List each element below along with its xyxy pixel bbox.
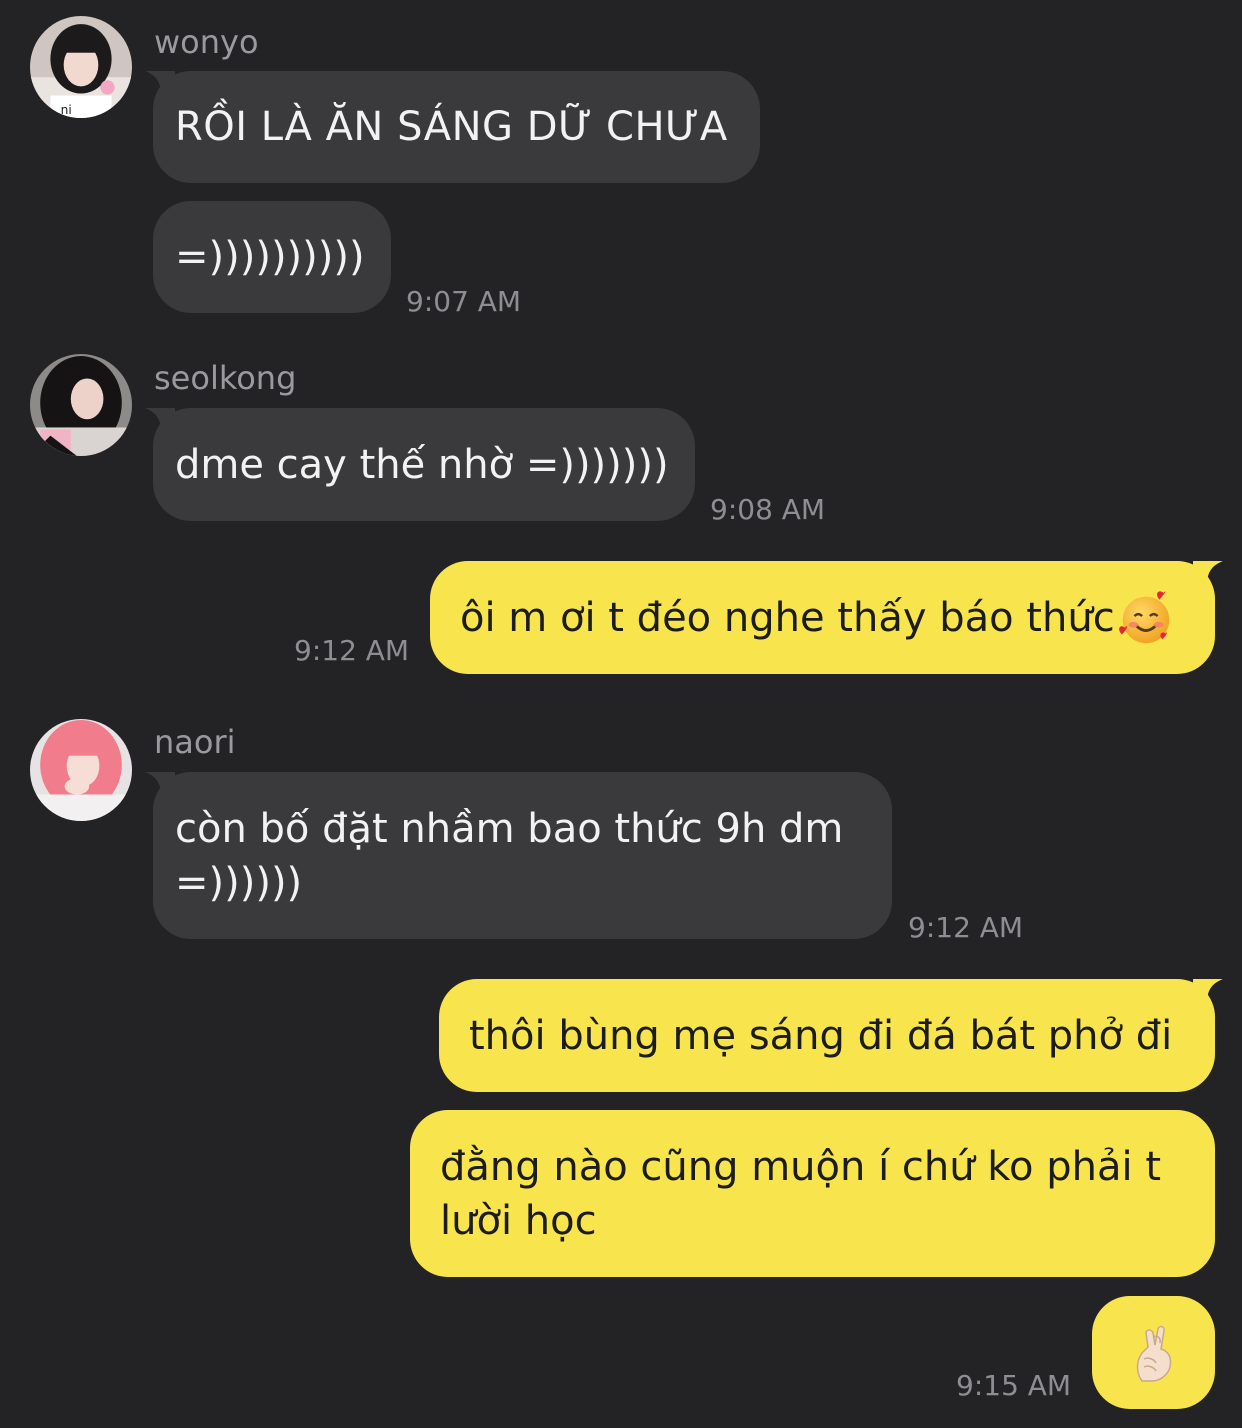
message-bubble[interactable]: thôi bùng mẹ sáng đi đá bát phở đi: [439, 979, 1215, 1092]
message-text: thôi bùng mẹ sáng đi đá bát phở đi: [469, 1012, 1173, 1059]
message-text: đằng nào cũng muộn í chứ ko phải t lười …: [440, 1143, 1161, 1244]
message-timestamp: 9:12 AM: [908, 911, 1024, 944]
svg-text:ni: ni: [61, 103, 72, 117]
sender-name: naori: [154, 723, 236, 761]
message-bubble[interactable]: đằng nào cũng muộn í chứ ko phải t lười …: [410, 1110, 1215, 1277]
avatar-seolkong[interactable]: [30, 354, 132, 456]
bubble-tail: [145, 772, 175, 796]
message-text: RỒI LÀ ĂN SÁNG DỮ CHƯA: [175, 104, 728, 150]
fingers-crossed-hand-icon: [1124, 1323, 1184, 1383]
message-text: ôi m ơi t đéo nghe thấy báo thức: [460, 594, 1115, 641]
sender-name: wonyo: [154, 23, 259, 61]
bubble-tail: [145, 71, 175, 95]
avatar-wonyo[interactable]: ni: [30, 16, 132, 118]
message-bubble[interactable]: dme cay thế nhờ =))))))): [153, 408, 695, 521]
avatar-naori[interactable]: [30, 719, 132, 821]
bubble-tail: [145, 408, 175, 432]
sender-name: seolkong: [154, 359, 297, 397]
message-text: =)))))))))): [175, 234, 365, 280]
message-timestamp: 9:07 AM: [406, 285, 522, 318]
message-text: dme cay thế nhờ =))))))): [175, 441, 669, 488]
message-bubble[interactable]: còn bố đặt nhầm bao thức 9h dm =)))))): [153, 772, 892, 939]
message-bubble[interactable]: [1092, 1296, 1215, 1409]
smiling-face-with-hearts-icon: [1117, 589, 1175, 647]
message-timestamp: 9:12 AM: [294, 634, 410, 667]
message-bubble[interactable]: ôi m ơi t đéo nghe thấy báo thức: [430, 561, 1215, 674]
message-timestamp: 9:08 AM: [710, 493, 826, 526]
message-bubble[interactable]: =)))))))))): [153, 201, 391, 313]
bubble-tail: [1193, 979, 1223, 1003]
message-bubble[interactable]: RỒI LÀ ĂN SÁNG DỮ CHƯA: [153, 71, 760, 183]
bubble-tail: [1193, 561, 1223, 585]
message-text: còn bố đặt nhầm bao thức 9h dm =)))))): [175, 805, 844, 906]
message-timestamp: 9:15 AM: [956, 1369, 1072, 1402]
